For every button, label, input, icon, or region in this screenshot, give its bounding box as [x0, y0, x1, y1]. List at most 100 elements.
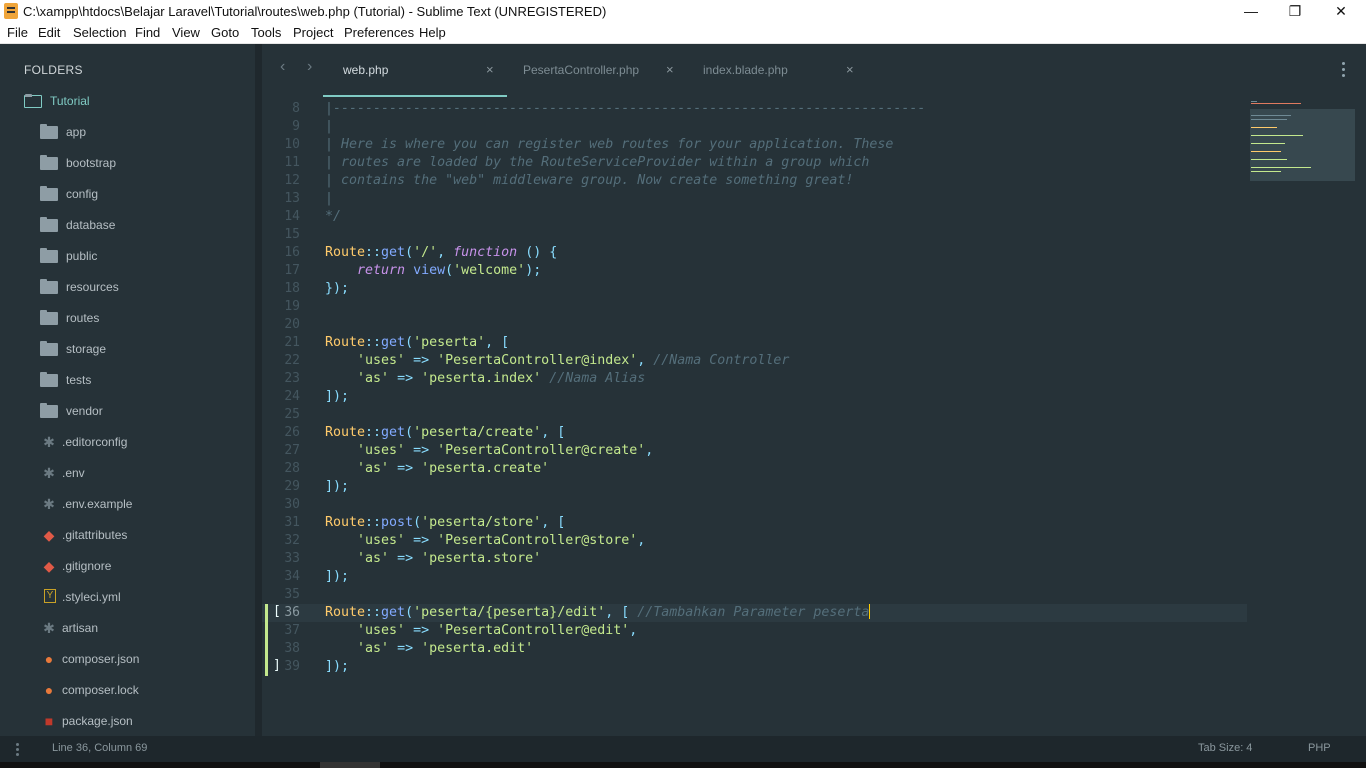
menu-edit[interactable]: Edit [38, 25, 60, 40]
folder-icon [40, 279, 58, 294]
minimize-button[interactable]: — [1228, 0, 1274, 23]
folder-item[interactable]: routes [40, 310, 230, 330]
tab-label: web.php [343, 63, 389, 77]
code-line: | contains the "web" middleware group. N… [325, 172, 853, 190]
file-item[interactable]: ■ package.json [42, 713, 232, 733]
menu-preferences[interactable]: Preferences [344, 25, 414, 40]
tab-pesertacontroller-php[interactable]: PesertaController.php × [523, 44, 693, 97]
syntax-selector[interactable]: PHP [1308, 742, 1331, 754]
menu-help[interactable]: Help [419, 25, 446, 40]
file-item[interactable]: ● composer.lock [42, 682, 232, 702]
code-line: Route::post('peserta/store', [ [325, 514, 565, 532]
tab-index-blade-php[interactable]: index.blade.php × [703, 44, 873, 97]
more-options-icon[interactable] [1342, 62, 1346, 80]
code-token: //Nama Alias [549, 371, 646, 386]
file-item[interactable]: ✱ .editorconfig [42, 434, 232, 454]
sidebar-toggle-icon[interactable] [16, 743, 19, 758]
close-tab-icon[interactable]: × [486, 62, 494, 77]
vertical-scrollbar[interactable] [1356, 97, 1366, 725]
menu-selection[interactable]: Selection [73, 25, 126, 40]
line-number: 30 [284, 497, 300, 512]
code-token: get [381, 335, 406, 350]
line-number: 29 [284, 479, 300, 494]
menu-view[interactable]: View [172, 25, 200, 40]
file-item[interactable]: ◆ .gitignore [42, 558, 232, 578]
line-number: 12 [284, 173, 300, 188]
code-editor[interactable]: 8 9 10 11 12 13 14 15 16 17 18 19 20 21 22 23 24 25 26 27 28… [262, 97, 1247, 725]
folder-item[interactable]: database [40, 217, 230, 237]
file-item[interactable]: Y .styleci.yml [42, 589, 232, 609]
code-line: ]); [325, 478, 349, 496]
line-number: 13 [284, 191, 300, 206]
tab-label: PesertaController.php [523, 63, 640, 77]
code-token: , [ [605, 605, 638, 620]
menu-find[interactable]: Find [135, 25, 160, 40]
folder-item[interactable]: vendor [40, 403, 230, 423]
close-window-button[interactable]: ✕ [1318, 0, 1364, 23]
close-tab-icon[interactable]: × [846, 62, 854, 77]
code-token: 'peserta/{peserta}/edit' [413, 605, 606, 620]
code-token: :: [365, 425, 382, 440]
code-line: 'as' => 'peserta.index' //Nama Alias [325, 370, 645, 388]
maximize-button[interactable]: ❐ [1272, 0, 1318, 23]
menu-bar: File Edit Selection Find View Goto Tools… [0, 23, 1366, 44]
folder-label: public [66, 249, 98, 263]
code-token: 'peserta.index' [421, 371, 542, 386]
code-token: Route [325, 425, 366, 440]
file-item[interactable]: ● composer.json [42, 651, 232, 671]
code-token: , [637, 533, 646, 548]
folder-item[interactable]: app [40, 124, 230, 144]
folder-item[interactable]: config [40, 186, 230, 206]
menu-file[interactable]: File [7, 25, 28, 40]
menu-project[interactable]: Project [293, 25, 333, 40]
code-token: ); [525, 263, 542, 278]
code-line: 'uses' => 'PesertaController@create', [325, 442, 653, 460]
code-token: 'PesertaController@store' [437, 533, 638, 548]
folder-label: app [66, 125, 87, 139]
file-item[interactable]: ✱ artisan [42, 620, 232, 640]
line-number: 27 [284, 443, 300, 458]
folder-label: storage [66, 342, 107, 356]
folder-label: vendor [66, 404, 103, 418]
folder-icon [40, 310, 58, 325]
folder-root-tutorial[interactable]: Tutorial [24, 93, 224, 113]
line-number: 19 [284, 299, 300, 314]
file-item[interactable]: ◆ .gitattributes [42, 527, 232, 547]
npm-icon: ■ [44, 713, 54, 729]
folder-item[interactable]: tests [40, 372, 230, 392]
file-label: .styleci.yml [62, 590, 121, 604]
folder-item[interactable]: resources [40, 279, 230, 299]
line-number: 31 [284, 515, 300, 530]
composer-icon: ● [44, 682, 54, 698]
line-number: 32 [284, 533, 300, 548]
folder-item[interactable]: public [40, 248, 230, 268]
line-number: 35 [284, 587, 300, 602]
sidebar-divider[interactable] [255, 44, 262, 736]
menu-goto[interactable]: Goto [211, 25, 239, 40]
file-item[interactable]: ✱ .env.example [42, 496, 232, 516]
code-token: ]); [325, 659, 350, 674]
minimap[interactable] [1247, 97, 1355, 207]
modified-lines-marker [265, 604, 268, 676]
code-token: ]); [325, 389, 350, 404]
tab-size-selector[interactable]: Tab Size: 4 [1198, 742, 1252, 754]
tab-prev-icon[interactable]: ‹ [280, 58, 285, 76]
tab-next-icon[interactable]: › [307, 58, 312, 76]
close-tab-icon[interactable]: × [666, 62, 674, 77]
menu-tools[interactable]: Tools [251, 25, 281, 40]
code-token: 'as' [357, 371, 390, 386]
folder-item[interactable]: storage [40, 341, 230, 361]
folder-label: tests [66, 373, 92, 387]
tab-web-php[interactable]: web.php × [323, 44, 507, 97]
asterisk-icon: ✱ [43, 620, 55, 636]
window-titlebar: C:\xampp\htdocs\Belajar Laravel\Tutorial… [0, 0, 1366, 23]
code-token: , [637, 353, 654, 368]
code-token: 'uses' [357, 533, 406, 548]
code-token: 'peserta/create' [413, 425, 542, 440]
folder-item[interactable]: bootstrap [40, 155, 230, 175]
file-item[interactable]: ✱ .env [42, 465, 232, 485]
